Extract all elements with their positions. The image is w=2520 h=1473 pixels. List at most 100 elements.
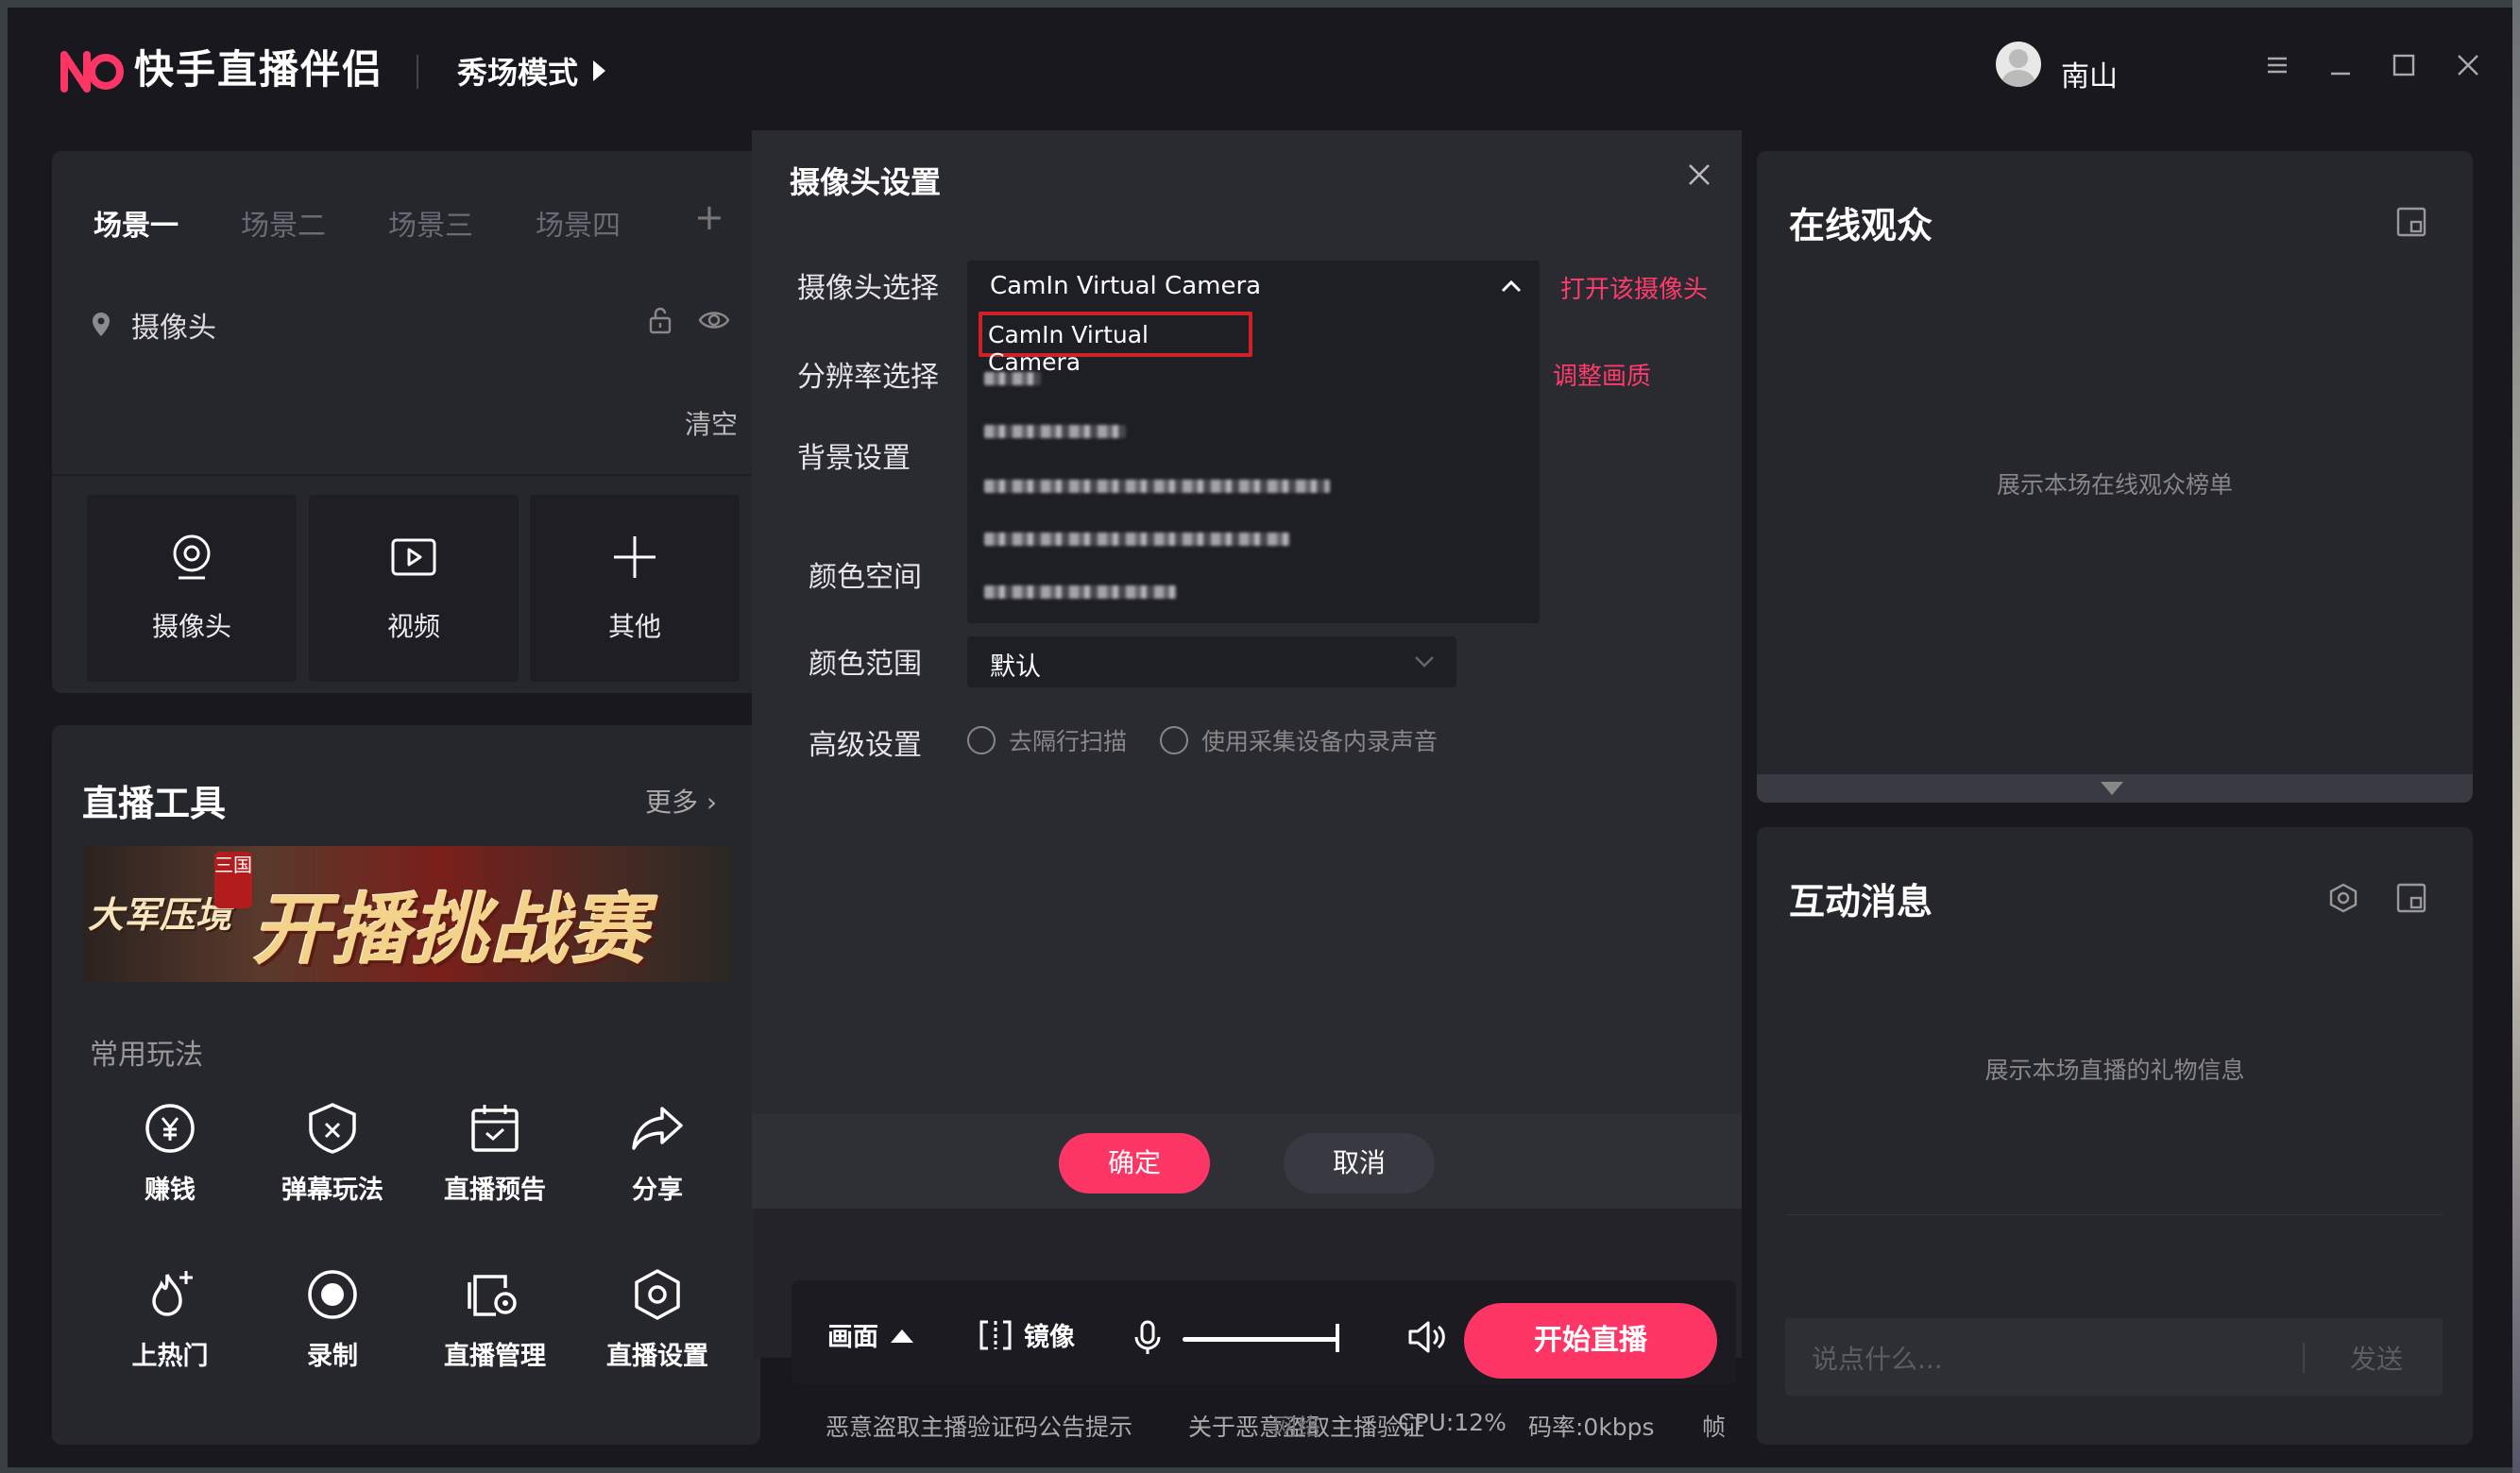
speaker-icon[interactable] bbox=[1407, 1320, 1447, 1354]
camera-option-redacted[interactable] bbox=[984, 425, 1126, 438]
settings-hex-icon[interactable] bbox=[2327, 882, 2359, 914]
camera-select-label: 摄像头选择 bbox=[797, 272, 939, 305]
promo-banner[interactable]: 大军压境 三国 开播挑战赛 bbox=[82, 846, 732, 982]
tool-earn-money[interactable]: 赚钱 bbox=[99, 1101, 241, 1206]
camera-option-redacted[interactable] bbox=[984, 372, 1041, 385]
unlock-icon[interactable] bbox=[647, 306, 673, 334]
canvas-button[interactable]: 画面 bbox=[827, 1316, 914, 1353]
add-camera-label: 摄像头 bbox=[151, 611, 231, 642]
adjust-quality-link[interactable]: 调整画质 bbox=[1553, 357, 1651, 392]
close-icon[interactable] bbox=[2454, 51, 2482, 79]
tool-live-manage[interactable]: 直播管理 bbox=[424, 1267, 566, 1372]
caret-right-icon bbox=[593, 60, 606, 81]
tool-trending[interactable]: 上热门 bbox=[99, 1267, 241, 1372]
add-video-label: 视频 bbox=[386, 611, 440, 642]
popout-icon[interactable] bbox=[2395, 206, 2427, 238]
add-camera-button[interactable]: 摄像头 bbox=[87, 495, 297, 682]
username[interactable]: 南山 bbox=[2061, 53, 2118, 94]
clear-sources-button[interactable]: 清空 bbox=[685, 404, 738, 442]
add-scene-button[interactable]: + bbox=[694, 196, 724, 238]
radio-circle[interactable] bbox=[1160, 726, 1188, 754]
camera-option-redacted[interactable] bbox=[984, 480, 1330, 493]
tool-label: 直播预告 bbox=[444, 1176, 546, 1205]
camera-option-redacted[interactable] bbox=[984, 585, 1177, 599]
mic-volume-slider[interactable] bbox=[1183, 1337, 1339, 1342]
source-item-label: 摄像头 bbox=[131, 312, 216, 345]
avatar[interactable] bbox=[1996, 42, 2041, 87]
divider bbox=[2303, 1343, 2305, 1373]
tool-record[interactable]: 录制 bbox=[262, 1267, 403, 1372]
tool-live-settings[interactable]: 直播设置 bbox=[587, 1267, 728, 1372]
more-tools-link[interactable]: 更多 › bbox=[645, 782, 717, 820]
flame-plus-icon bbox=[152, 1271, 193, 1316]
camera-option-redacted[interactable] bbox=[984, 533, 1290, 546]
color-range-label: 颜色范围 bbox=[809, 648, 922, 681]
share-arrow-icon bbox=[632, 1107, 683, 1150]
open-camera-link[interactable]: 打开该摄像头 bbox=[1560, 270, 1708, 305]
resolution-label: 分辨率选择 bbox=[797, 361, 939, 394]
eye-icon[interactable] bbox=[698, 308, 730, 332]
audience-expand-toggle[interactable] bbox=[1757, 774, 2473, 803]
capture-audio-label: 使用采集设备内录声音 bbox=[1201, 728, 1439, 755]
source-item-camera[interactable]: 摄像头 bbox=[90, 304, 216, 346]
mode-label: 秀场模式 bbox=[457, 55, 579, 91]
tool-label: 上热门 bbox=[131, 1342, 209, 1371]
tool-live-preview[interactable]: 直播预告 bbox=[424, 1101, 566, 1206]
mic-volume-handle[interactable] bbox=[1336, 1324, 1339, 1352]
add-video-button[interactable]: 视频 bbox=[309, 495, 519, 682]
chevron-down-icon bbox=[1415, 656, 1434, 668]
divider bbox=[1785, 1214, 2443, 1215]
tab-scene-1[interactable]: 场景一 bbox=[94, 202, 179, 244]
desktop-background bbox=[2512, 0, 2520, 1473]
camera-dropdown-list: CamIn Virtual Camera bbox=[967, 310, 1540, 623]
manage-icon bbox=[468, 1275, 517, 1316]
tab-scene-3[interactable]: 场景三 bbox=[388, 202, 473, 244]
audience-panel: 在线观众 展示本场在线观众榜单 bbox=[1757, 151, 2473, 803]
color-range-select[interactable]: 默认 bbox=[967, 636, 1456, 687]
camera-option-selected[interactable]: CamIn Virtual Camera bbox=[979, 312, 1252, 376]
capture-audio-option[interactable]: 使用采集设备内录声音 bbox=[1160, 723, 1438, 757]
start-live-button[interactable]: 开始直播 bbox=[1464, 1303, 1717, 1379]
popout-icon[interactable] bbox=[2395, 882, 2427, 914]
settings-hex-icon bbox=[635, 1269, 680, 1320]
confirm-button[interactable]: 确定 bbox=[1059, 1133, 1210, 1194]
send-button[interactable]: 发送 bbox=[2350, 1339, 2403, 1377]
app-title: 快手直播伴侣 bbox=[134, 46, 384, 93]
radio-circle[interactable] bbox=[967, 726, 996, 754]
app-window: 快手直播伴侣 秀场模式 南山 场景一 场景二 场景三 场景四 + 摄像头 清空 … bbox=[8, 8, 2512, 1467]
dialog-title: 摄像头设置 bbox=[790, 164, 942, 200]
scene-panel: 场景一 场景二 场景三 场景四 + 摄像头 清空 摄像头 视频 其他 bbox=[52, 151, 760, 693]
menu-icon[interactable] bbox=[2263, 51, 2291, 79]
camera-select[interactable]: CamIn Virtual Camera bbox=[967, 261, 1540, 313]
minimize-icon[interactable] bbox=[2326, 51, 2355, 79]
messages-panel: 互动消息 展示本场直播的礼物信息 说点什么... 发送 bbox=[1757, 827, 2473, 1445]
tab-scene-2[interactable]: 场景二 bbox=[241, 202, 326, 244]
cancel-button[interactable]: 取消 bbox=[1284, 1133, 1435, 1194]
kuaishou-logo-icon bbox=[60, 51, 124, 93]
canvas-label: 画面 bbox=[827, 1323, 878, 1352]
maximize-icon[interactable] bbox=[2390, 51, 2418, 79]
mirror-button[interactable]: 镜像 bbox=[979, 1316, 1075, 1353]
fps-label: 帧 bbox=[1702, 1414, 1727, 1441]
title-bar: 快手直播伴侣 秀场模式 南山 bbox=[8, 8, 2512, 121]
tab-scene-4[interactable]: 场景四 bbox=[536, 202, 621, 244]
tool-label: 直播管理 bbox=[444, 1342, 546, 1371]
mode-switcher[interactable]: 秀场模式 bbox=[457, 49, 606, 93]
dialog-close-icon[interactable] bbox=[1687, 162, 1711, 187]
chevron-right-icon: › bbox=[706, 787, 718, 818]
mirror-label: 镜像 bbox=[1024, 1323, 1075, 1352]
camera-select-value: CamIn Virtual Camera bbox=[990, 272, 1262, 300]
advanced-label: 高级设置 bbox=[809, 729, 922, 762]
chat-input[interactable]: 说点什么... 发送 bbox=[1785, 1318, 2443, 1396]
color-range-value: 默认 bbox=[990, 652, 1041, 682]
cpu-usage: CPU:12% bbox=[1398, 1409, 1507, 1436]
plus-icon bbox=[614, 536, 656, 578]
deinterlace-option[interactable]: 去隔行扫描 bbox=[967, 723, 1127, 757]
tool-danmaku-play[interactable]: 弹幕玩法 bbox=[262, 1101, 403, 1206]
microphone-icon[interactable] bbox=[1133, 1320, 1162, 1356]
chevron-up-icon bbox=[1501, 279, 1522, 293]
tool-share[interactable]: 分享 bbox=[587, 1101, 728, 1206]
messages-title: 互动消息 bbox=[1789, 881, 1933, 923]
add-other-button[interactable]: 其他 bbox=[530, 495, 740, 682]
notice-link-1[interactable]: 恶意盗取主播验证码公告提示 bbox=[826, 1409, 1132, 1443]
